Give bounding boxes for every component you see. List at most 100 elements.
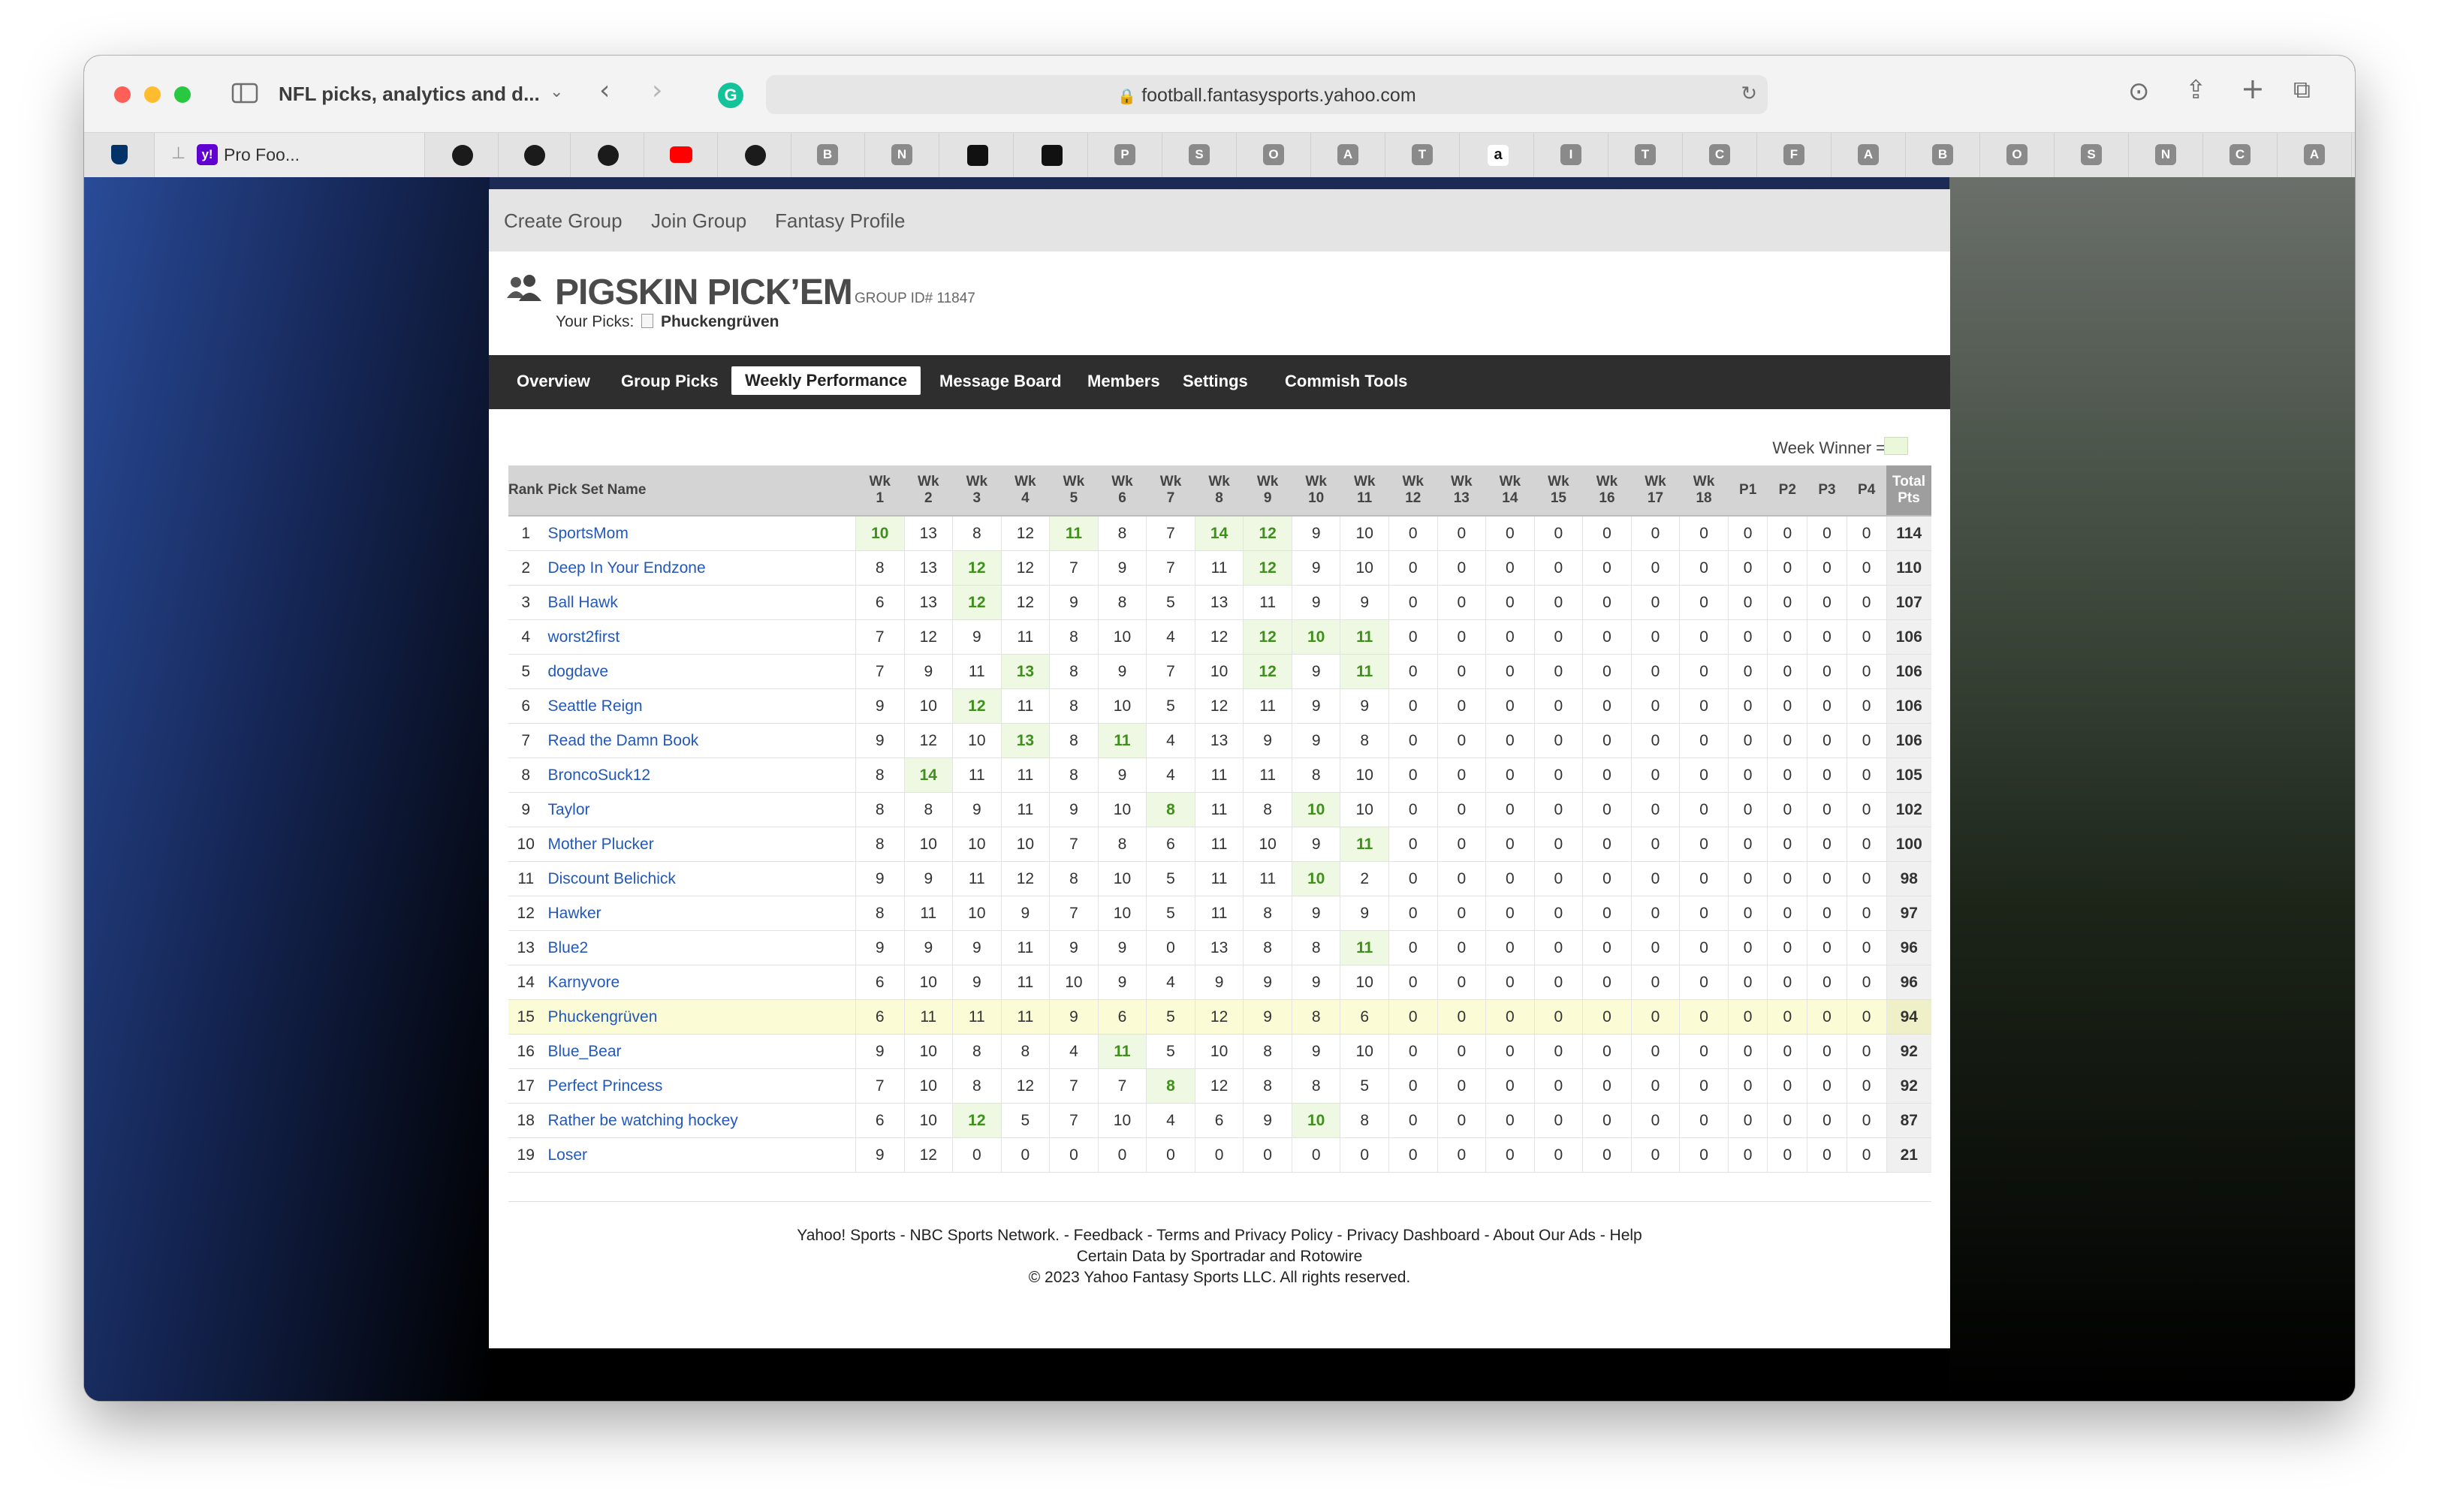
- downloads-icon[interactable]: ⊙: [2128, 77, 2150, 107]
- nav-message-board[interactable]: Message Board: [939, 372, 1062, 391]
- pick-set-link[interactable]: Rather be watching hockey: [543, 1103, 856, 1138]
- week-header[interactable]: Wk 17: [1631, 465, 1680, 517]
- nav-commish-tools[interactable]: Commish Tools: [1285, 372, 1407, 391]
- grammarly-extension-icon[interactable]: G: [718, 83, 743, 108]
- new-tab-icon[interactable]: +: [2241, 72, 2265, 105]
- tab-letter-site[interactable]: N: [866, 133, 939, 178]
- pick-set-link[interactable]: Discount Belichick: [543, 861, 856, 896]
- tab-overview-icon[interactable]: ⧉: [2293, 75, 2311, 104]
- pick-set-link[interactable]: Read the Damn Book: [543, 723, 856, 758]
- rank-header[interactable]: Rank: [508, 465, 544, 517]
- pick-set-link[interactable]: SportsMom: [543, 516, 856, 551]
- tab-letter-site[interactable]: B: [1907, 133, 1980, 178]
- playoff-header[interactable]: P1: [1728, 465, 1768, 517]
- tab-medium[interactable]: [940, 133, 1014, 178]
- tab-letter-site[interactable]: A: [2278, 133, 2352, 178]
- back-icon[interactable]: ‹: [599, 75, 610, 106]
- playoff-header[interactable]: P4: [1847, 465, 1886, 517]
- pick-set-link[interactable]: Phuckengrüven: [543, 999, 856, 1035]
- pick-set-link[interactable]: Deep In Your Endzone: [543, 550, 856, 586]
- pick-set-link[interactable]: Loser: [543, 1137, 856, 1173]
- tab-letter-site[interactable]: O: [1238, 133, 1311, 178]
- tab-letter-site[interactable]: C: [2204, 133, 2278, 178]
- tab-letter-site[interactable]: S: [1163, 133, 1237, 178]
- pick-set-link[interactable]: Blue2: [543, 930, 856, 965]
- week-header[interactable]: Wk 9: [1243, 465, 1292, 517]
- nav-settings[interactable]: Settings: [1183, 372, 1248, 391]
- address-bar[interactable]: 🔒 football.fantasysports.yahoo.com ↻: [766, 75, 1768, 114]
- pick-set-name-header[interactable]: Pick Set Name: [543, 465, 856, 517]
- playoff-header[interactable]: P2: [1767, 465, 1807, 517]
- create-group-link[interactable]: Create Group: [504, 209, 623, 233]
- week-header[interactable]: Wk 3: [952, 465, 1002, 517]
- week-header[interactable]: Wk 8: [1195, 465, 1244, 517]
- pick-set-link[interactable]: Karnyvore: [543, 965, 856, 1000]
- tab-letter-site[interactable]: S: [2055, 133, 2129, 178]
- week-header[interactable]: Wk 15: [1534, 465, 1583, 517]
- chevron-down-icon[interactable]: ⌄: [550, 83, 563, 101]
- tab-letter-site[interactable]: N: [2130, 133, 2203, 178]
- tab-letter-site[interactable]: B: [791, 133, 865, 178]
- week-header[interactable]: Wk 13: [1437, 465, 1486, 517]
- nav-members[interactable]: Members: [1087, 372, 1160, 391]
- reload-icon[interactable]: ↻: [1741, 83, 1757, 105]
- tab-pro-football[interactable]: ⊥ y! Pro Foo...: [155, 133, 425, 178]
- tab-amazon[interactable]: a: [1461, 133, 1534, 178]
- tab-letter-site[interactable]: I: [1535, 133, 1608, 178]
- tab-github[interactable]: [497, 133, 571, 178]
- week-header[interactable]: Wk 6: [1098, 465, 1147, 517]
- tab-youtube[interactable]: [644, 133, 718, 178]
- tab-letter-site[interactable]: A: [1832, 133, 1906, 178]
- browser-window: NFL picks, analytics and d... ⌄ ‹ › G 🔒 …: [84, 56, 2355, 1401]
- tab-github[interactable]: [571, 133, 644, 178]
- sidebar-toggle-icon[interactable]: [231, 83, 258, 104]
- week-header[interactable]: Wk 11: [1340, 465, 1389, 517]
- share-icon[interactable]: ⇪: [2185, 75, 2207, 105]
- tab-letter-site[interactable]: F: [1758, 133, 1832, 178]
- week-header[interactable]: Wk 12: [1388, 465, 1438, 517]
- pick-set-link[interactable]: dogdave: [543, 654, 856, 689]
- nav-weekly-performance[interactable]: Weekly Performance: [731, 366, 921, 395]
- pick-set-link[interactable]: Hawker: [543, 896, 856, 931]
- zoom-window-button[interactable]: [174, 86, 191, 103]
- score-cell: 9: [1340, 688, 1389, 724]
- week-header[interactable]: Wk 2: [904, 465, 953, 517]
- pick-set-link[interactable]: BroncoSuck12: [543, 758, 856, 793]
- minimize-window-button[interactable]: [144, 86, 161, 103]
- pick-set-link[interactable]: Mother Plucker: [543, 827, 856, 862]
- tab-github[interactable]: [718, 133, 791, 178]
- pick-set-link[interactable]: worst2first: [543, 619, 856, 655]
- tab-nfl[interactable]: [84, 133, 155, 178]
- join-group-link[interactable]: Join Group: [651, 209, 746, 233]
- tab-letter-site[interactable]: A: [1312, 133, 1385, 178]
- week-header[interactable]: Wk 4: [1001, 465, 1050, 517]
- tab-letter-site[interactable]: P: [1089, 133, 1162, 178]
- tab-github[interactable]: [425, 133, 499, 178]
- week-header[interactable]: Wk 7: [1146, 465, 1195, 517]
- playoff-header[interactable]: P3: [1807, 465, 1847, 517]
- week-header[interactable]: Wk 1: [855, 465, 905, 517]
- week-header[interactable]: Wk 10: [1292, 465, 1340, 517]
- your-picks-value[interactable]: Phuckengrüven: [661, 313, 779, 330]
- pick-set-link[interactable]: Perfect Princess: [543, 1068, 856, 1104]
- footer-links[interactable]: Yahoo! Sports - NBC Sports Network. - Fe…: [489, 1225, 1950, 1246]
- tab-letter-site[interactable]: T: [1386, 133, 1460, 178]
- close-window-button[interactable]: [114, 86, 131, 103]
- forward-icon[interactable]: ›: [652, 75, 662, 106]
- tab-letter-site[interactable]: T: [1609, 133, 1683, 178]
- nav-overview[interactable]: Overview: [517, 372, 590, 391]
- pick-set-link[interactable]: Blue_Bear: [543, 1034, 856, 1069]
- nav-group-picks[interactable]: Group Picks: [621, 372, 719, 391]
- week-header[interactable]: Wk 16: [1582, 465, 1632, 517]
- tab-medium[interactable]: [1014, 133, 1088, 178]
- tab-letter-site[interactable]: C: [1684, 133, 1757, 178]
- fantasy-profile-link[interactable]: Fantasy Profile: [775, 209, 905, 233]
- pick-set-link[interactable]: Ball Hawk: [543, 585, 856, 620]
- total-points-header[interactable]: Total Pts: [1886, 465, 1931, 517]
- pick-set-link[interactable]: Seattle Reign: [543, 688, 856, 724]
- week-header[interactable]: Wk 5: [1049, 465, 1099, 517]
- pick-set-link[interactable]: Taylor: [543, 792, 856, 827]
- week-header[interactable]: Wk 14: [1485, 465, 1535, 517]
- week-header[interactable]: Wk 18: [1679, 465, 1729, 517]
- tab-letter-site[interactable]: O: [1981, 133, 2055, 178]
